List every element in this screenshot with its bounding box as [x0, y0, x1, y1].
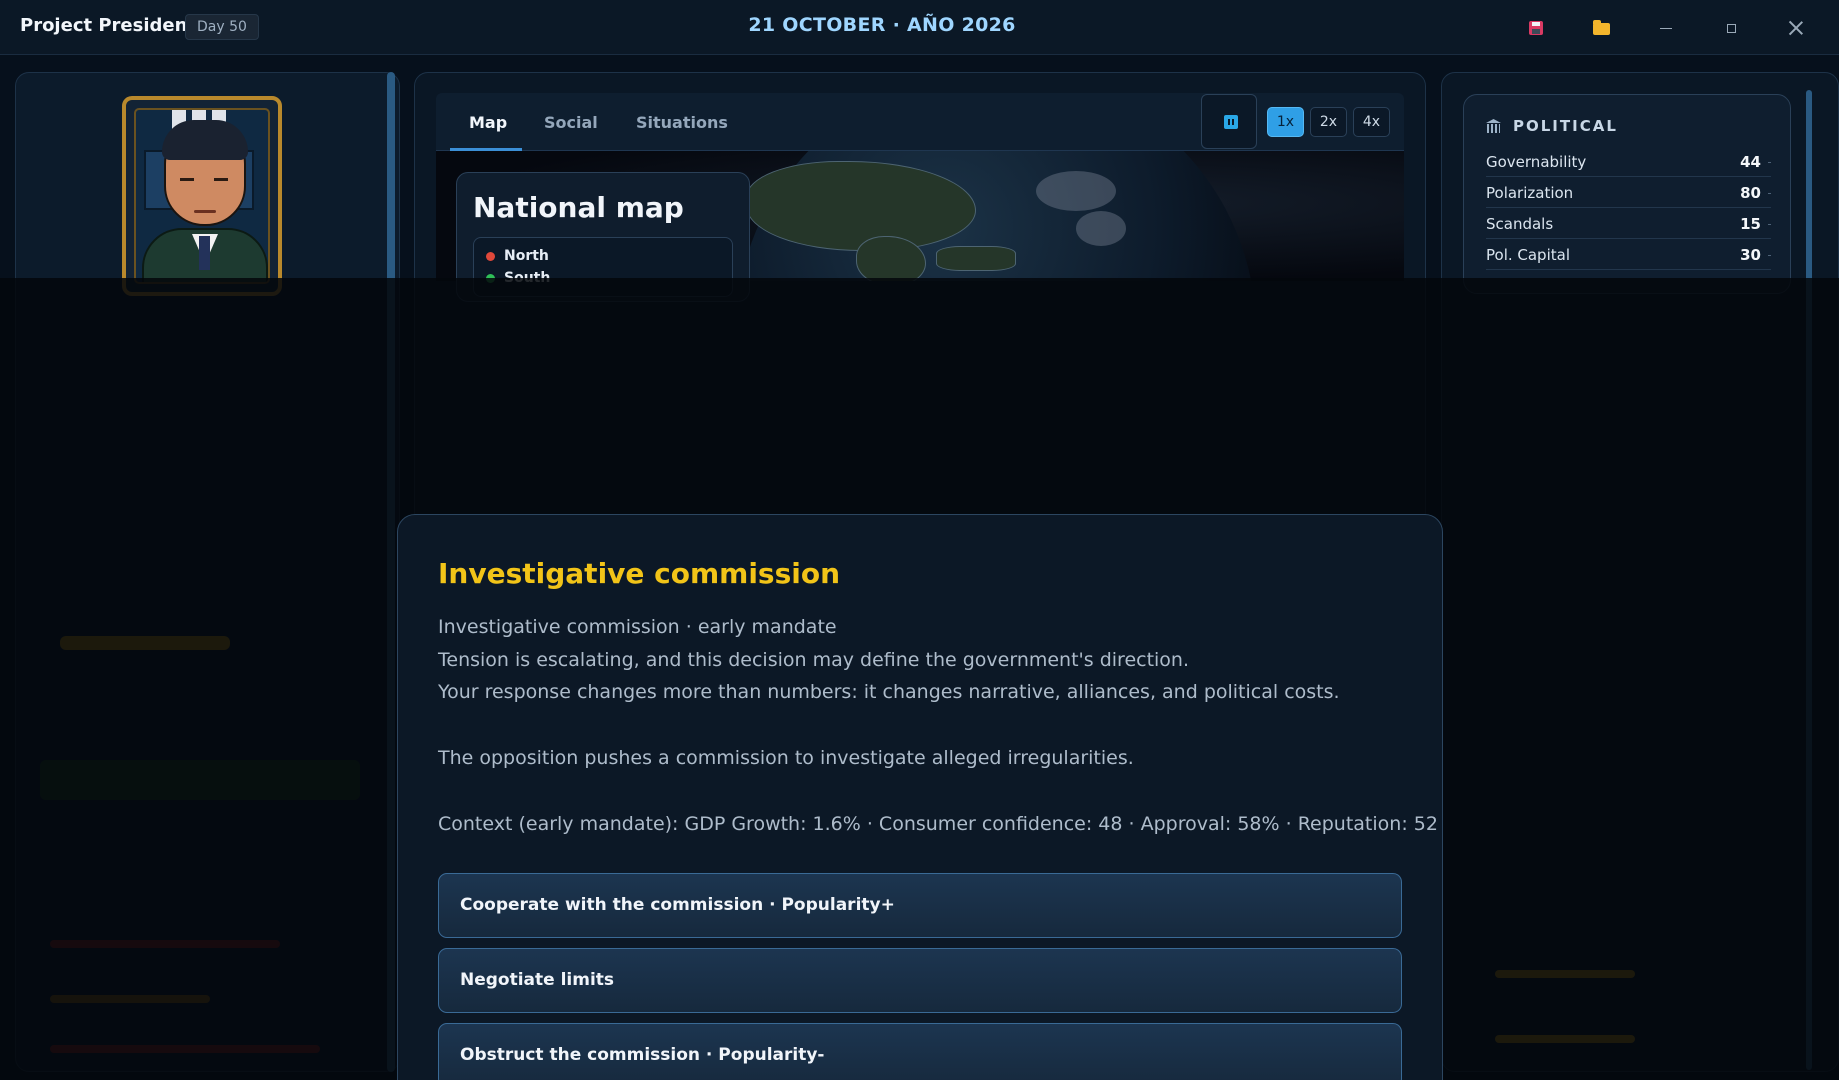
legend-label: North [504, 248, 549, 264]
close-button[interactable] [1780, 12, 1812, 44]
event-modal: Investigative commission Investigative c… [397, 514, 1443, 1080]
stat-label: Scandals [1486, 215, 1554, 233]
date-title: 21 OCTOBER · AÑO 2026 [748, 14, 1016, 36]
map-card-title: National map [473, 191, 684, 224]
stat-tick [1768, 224, 1771, 225]
stat-tick [1768, 193, 1771, 194]
portrait-background [134, 108, 270, 284]
tab-situations[interactable]: Situations [636, 113, 728, 132]
close-icon [1789, 21, 1803, 35]
load-button[interactable] [1585, 12, 1617, 44]
speed-1x-button[interactable]: 1x [1267, 107, 1304, 137]
modal-text-line: Tension is escalating, and this decision… [438, 649, 1190, 671]
modal-context: Context (early mandate): GDP Growth: 1.6… [438, 813, 1438, 835]
stat-value: 30 [1740, 246, 1761, 264]
maximize-button[interactable] [1715, 12, 1747, 44]
stat-row-governability: Governability 44 [1486, 147, 1771, 177]
stat-tick [1768, 255, 1771, 256]
institution-icon [1486, 119, 1501, 133]
minimize-icon [1660, 27, 1672, 29]
tab-bar: Map Social Situations [436, 93, 1404, 151]
map-cloud [1036, 171, 1116, 211]
choice-obstruct-button[interactable]: Obstruct the commission · Popularity- [438, 1023, 1402, 1080]
stat-label: Governability [1486, 153, 1587, 171]
title-bar: Project President Day 50 21 OCTOBER · AÑ… [0, 0, 1839, 55]
modal-subtitle: Investigative commission · early mandate [438, 616, 837, 638]
stat-row-pol-capital: Pol. Capital 30 [1486, 240, 1771, 270]
pause-icon [1224, 115, 1238, 129]
choice-cooperate-button[interactable]: Cooperate with the commission · Populari… [438, 873, 1402, 938]
stat-value: 44 [1740, 153, 1761, 171]
stat-tick [1768, 162, 1771, 163]
tab-social[interactable]: Social [544, 113, 598, 132]
stat-row-polarization: Polarization 80 [1486, 178, 1771, 208]
map-cloud [1076, 211, 1126, 246]
legend-item-north[interactable]: North [486, 248, 549, 264]
stat-value: 80 [1740, 184, 1761, 202]
save-icon [1529, 21, 1543, 35]
modal-description: The opposition pushes a commission to in… [438, 747, 1134, 769]
portrait-mouth [194, 210, 216, 213]
save-button[interactable] [1520, 12, 1552, 44]
portrait-eye [214, 178, 228, 181]
president-portrait [122, 96, 282, 296]
north-dot-icon [486, 251, 495, 261]
modal-title: Investigative commission [438, 557, 841, 590]
map-landmass [936, 246, 1016, 271]
modal-text-line: Your response changes more than numbers:… [438, 681, 1340, 703]
political-title-label: POLITICAL [1513, 117, 1618, 135]
stat-row-scandals: Scandals 15 [1486, 209, 1771, 239]
stat-value: 15 [1740, 215, 1761, 233]
stat-label: Polarization [1486, 184, 1574, 202]
stat-label: Pol. Capital [1486, 246, 1570, 264]
portrait-tie [199, 236, 210, 270]
tab-map[interactable]: Map [469, 113, 507, 132]
political-card: POLITICAL Governability 44 Polarization … [1463, 94, 1791, 294]
minimize-button[interactable] [1650, 12, 1682, 44]
folder-icon [1592, 20, 1610, 35]
portrait-eye [180, 178, 194, 181]
choice-negotiate-button[interactable]: Negotiate limits [438, 948, 1402, 1013]
speed-4x-button[interactable]: 4x [1353, 107, 1390, 137]
political-title: POLITICAL [1486, 117, 1618, 135]
portrait-hair [162, 120, 248, 160]
maximize-icon [1726, 23, 1736, 33]
speed-2x-button[interactable]: 2x [1310, 107, 1347, 137]
